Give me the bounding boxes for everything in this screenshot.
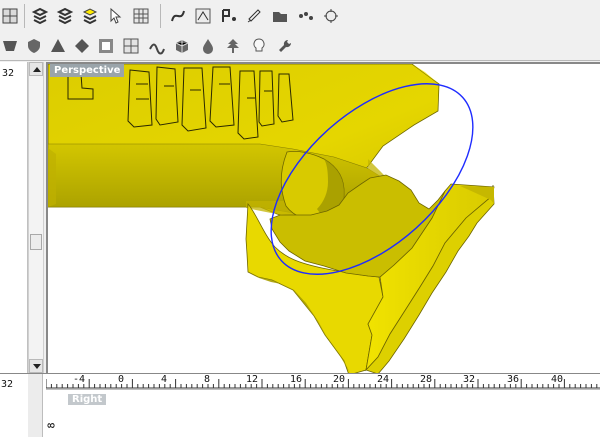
ruler-tick-label: 20 xyxy=(333,374,346,385)
dots-icon[interactable] xyxy=(296,6,316,26)
brush-icon[interactable] xyxy=(244,6,264,26)
ruler-tick-label: -4 xyxy=(73,374,86,385)
layer-stack-icon[interactable] xyxy=(55,6,75,26)
ruler-tick-label: 36 xyxy=(507,374,520,385)
grid-icon[interactable] xyxy=(0,6,20,26)
viewport-title-right[interactable]: Right xyxy=(68,394,107,405)
layer-stack-active-icon[interactable] xyxy=(80,6,100,26)
panel-icon[interactable] xyxy=(96,36,116,56)
bottom-ruler-number: 8 xyxy=(46,422,58,429)
triangle-icon[interactable] xyxy=(48,36,68,56)
layer-stack-icon[interactable] xyxy=(30,6,50,26)
wrench-icon[interactable] xyxy=(275,36,295,56)
network-icon[interactable] xyxy=(193,6,213,26)
left-ruler-number: 32 xyxy=(1,379,14,390)
cube-icon[interactable] xyxy=(172,36,192,56)
settings-icon[interactable] xyxy=(321,6,341,26)
main-toolbar xyxy=(0,0,600,32)
perspective-viewport[interactable]: Perspective xyxy=(46,62,600,373)
scroll-down-button[interactable] xyxy=(29,359,43,373)
ruler-tick-label: 0 xyxy=(118,374,125,385)
modeling-app-window: 32 Perspective 32 -4 0 4 8 12 16 20 24 2… xyxy=(0,0,600,437)
scroll-up-button[interactable] xyxy=(29,62,43,76)
select-cursor-icon[interactable] xyxy=(106,6,126,26)
ruler-tick-label: 28 xyxy=(420,374,433,385)
secondary-toolbar xyxy=(0,32,600,61)
ruler-tick-label: 32 xyxy=(463,374,476,385)
shield-icon[interactable] xyxy=(24,36,44,56)
ruler-tick-label: 4 xyxy=(161,374,168,385)
top-ruler: -4 0 4 8 12 16 20 24 28 32 36 40 xyxy=(46,374,600,390)
left-ruler: 32 xyxy=(0,62,28,373)
viewport-title-perspective[interactable]: Perspective xyxy=(50,64,125,77)
bottom-left-ruler: 8 xyxy=(46,390,64,437)
grid-icon[interactable] xyxy=(121,36,141,56)
bulb-icon[interactable] xyxy=(249,36,269,56)
ruler-tick-label: 8 xyxy=(204,374,211,385)
viewport-splitter[interactable] xyxy=(28,374,43,437)
wave-icon[interactable] xyxy=(147,36,167,56)
point-icon[interactable] xyxy=(219,6,239,26)
bottom-panel: 32 -4 0 4 8 12 16 20 24 28 32 36 40 Righ… xyxy=(0,373,600,437)
curve-icon[interactable] xyxy=(168,6,188,26)
scroll-thumb[interactable] xyxy=(30,234,42,250)
left-ruler-number: 32 xyxy=(2,68,15,79)
ruler-tick-label: 12 xyxy=(246,374,259,385)
3d-model-scene xyxy=(48,64,495,373)
vertical-scrollbar[interactable] xyxy=(28,62,44,373)
folder-icon[interactable] xyxy=(270,6,290,26)
drop-icon[interactable] xyxy=(198,36,218,56)
diamond-icon[interactable] xyxy=(72,36,92,56)
ruler-tick-label: 24 xyxy=(377,374,390,385)
ruler-tick-label: 40 xyxy=(551,374,564,385)
grid-dot-icon[interactable] xyxy=(131,6,151,26)
shape-icon[interactable] xyxy=(0,36,20,56)
ruler-tick-label: 16 xyxy=(290,374,303,385)
tree-icon[interactable] xyxy=(223,36,243,56)
